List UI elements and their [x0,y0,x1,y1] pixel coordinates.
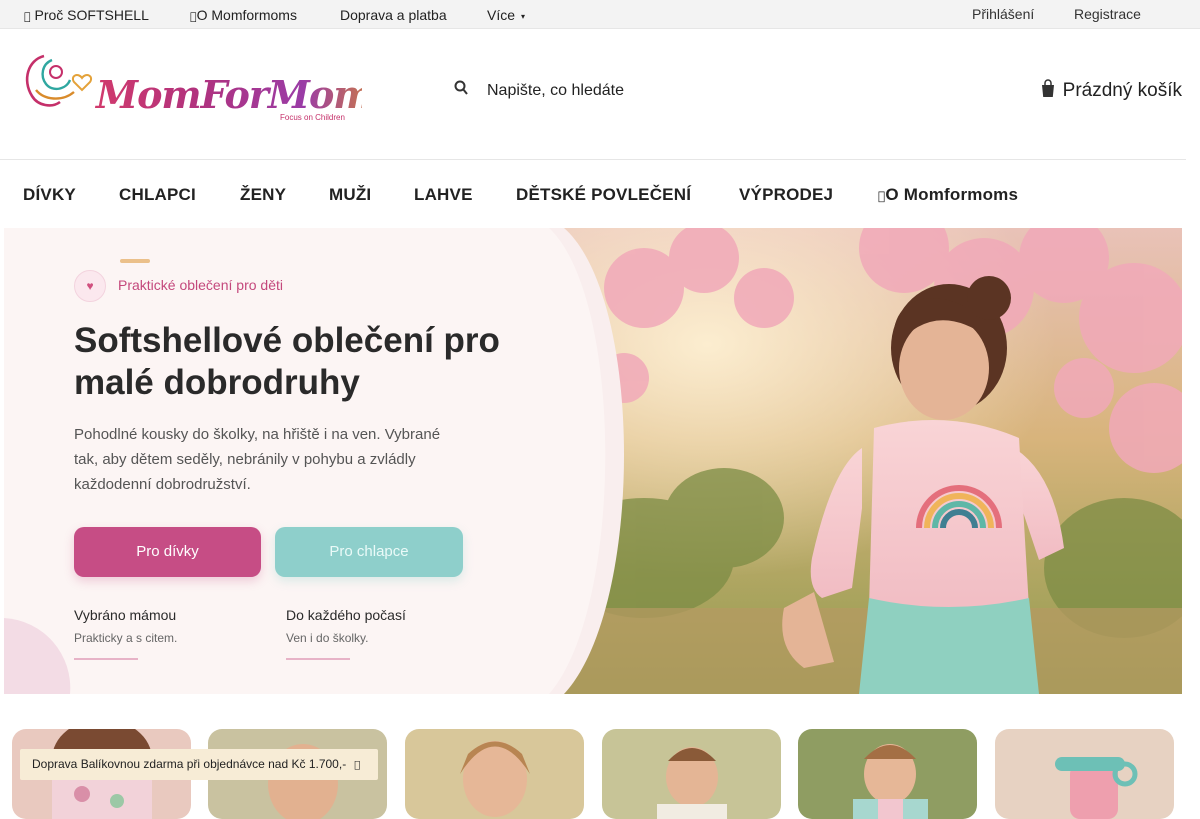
category-card[interactable] [405,729,584,819]
search-icon [454,80,468,95]
nav-item-boys[interactable]: CHLAPCI [119,185,196,205]
main-nav: DÍVKY CHLAPCI ŽENY MUŽI LAHVE DĚTSKÉ POV… [0,159,1186,228]
hero-accent-line [120,259,150,263]
hero-title: Softshellové oblečení pro malé dobrodruh… [74,321,500,402]
register-link[interactable]: Registrace [1074,6,1141,22]
nav-item-girls[interactable]: DÍVKY [23,185,76,205]
nav-item-men[interactable]: MUŽI [329,185,371,205]
close-icon[interactable]:  [354,760,360,771]
feature-subtitle: Prakticky a s citem. [74,631,178,645]
site-logo[interactable]: MomForMoms Focus on Children [22,50,395,126]
info-icon:  [190,10,197,23]
nav-item-bottles[interactable]: LAHVE [414,185,473,205]
shop-girls-button[interactable]: Pro dívky [74,527,261,577]
category-card[interactable] [798,729,977,819]
search-input[interactable]: Napište, co hledáte [487,82,624,100]
search-bar[interactable]: Napište, co hledáte [452,76,812,106]
why-softshell-link[interactable]:  Proč SOFTSHELL [24,7,149,23]
category-image [995,729,1174,819]
hero-kicker: Praktické oblečení pro děti [118,277,283,293]
category-image [798,729,977,819]
login-link[interactable]: Přihlášení [972,6,1034,22]
feature-underline [286,658,350,660]
about-link[interactable]: O Momformoms [190,7,297,23]
nav-item-about[interactable]: O Momformoms [878,185,1018,205]
nav-item-sale[interactable]: VÝPRODEJ [739,185,833,205]
shipping-notice-text: Doprava Balíkovnou zdarma při objednávce… [32,757,347,771]
cart-button[interactable]: Prázdný košík [1041,79,1182,102]
info-icon:  [24,10,31,23]
category-card[interactable] [602,729,781,819]
hero-description: Pohodlné kousky do školky, na hřiště i n… [74,426,441,493]
nav-item-kids-bedding[interactable]: DĚTSKÉ POVLEČENÍ [516,185,691,205]
shipping-link[interactable]: Doprava a platba [340,7,447,23]
feature-all-weather: Do každého počasí Ven i do školky. [286,607,406,660]
shipping-notice: Doprava Balíkovnou zdarma při objednávce… [20,749,378,780]
cart-label: Prázdný košík [1062,80,1182,101]
chevron-down-icon: ▾ [521,12,526,21]
heart-icon: ♥ [74,270,106,302]
logo-graphic: MomForMoms Focus on Children [25,54,395,122]
logo-wordmark: MomForMoms [94,72,362,117]
feature-subtitle: Ven i do školky. [286,631,369,645]
feature-title: Vybráno mámou [74,607,177,623]
shop-boys-button[interactable]: Pro chlapce [275,527,463,577]
more-menu[interactable]: Více ▾ [487,7,525,23]
feature-underline [74,658,138,660]
feature-title: Do každého počasí [286,607,406,623]
top-bar:  Proč SOFTSHELL O Momformoms Doprava a… [0,0,1200,29]
cart-icon [1041,79,1054,97]
hero-banner: ♥ Praktické oblečení pro děti Softshello… [4,228,1182,694]
category-card[interactable] [995,729,1174,819]
logo-tagline: Focus on Children [280,113,345,122]
nav-item-women[interactable]: ŽENY [240,185,286,205]
feature-chosen-by-mom: Vybráno mámou Prakticky a s citem. [74,607,177,660]
category-image [602,729,781,819]
category-image [405,729,584,819]
